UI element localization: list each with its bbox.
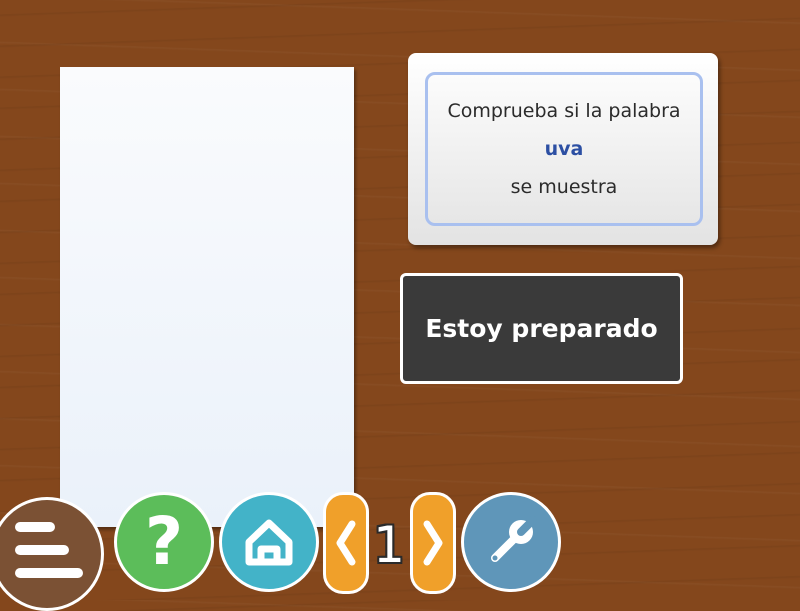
game-stage: Comprueba si la palabra uva se muestra E… <box>0 0 800 611</box>
previous-page-button[interactable] <box>323 492 369 594</box>
ready-button-label: Estoy preparado <box>425 314 658 343</box>
settings-button[interactable] <box>461 492 561 592</box>
help-button[interactable]: ? <box>114 492 214 592</box>
next-page-button[interactable] <box>410 492 456 594</box>
instruction-box: Comprueba si la palabra uva se muestra <box>425 72 703 226</box>
home-icon <box>245 519 293 566</box>
blank-card <box>60 67 354 527</box>
page-number: 1 <box>373 516 405 574</box>
instruction-line-1: Comprueba si la palabra <box>447 100 681 122</box>
target-word: uva <box>544 138 584 160</box>
question-icon: ? <box>144 503 184 580</box>
home-button[interactable] <box>219 492 319 592</box>
instruction-panel: Comprueba si la palabra uva se muestra <box>408 53 718 245</box>
instruction-line-3: se muestra <box>510 176 618 198</box>
menu-button[interactable] <box>0 497 104 611</box>
wrench-icon <box>491 516 537 562</box>
chevron-right-icon <box>423 520 443 566</box>
chevron-left-icon <box>336 520 356 566</box>
ready-button[interactable]: Estoy preparado <box>400 273 683 384</box>
